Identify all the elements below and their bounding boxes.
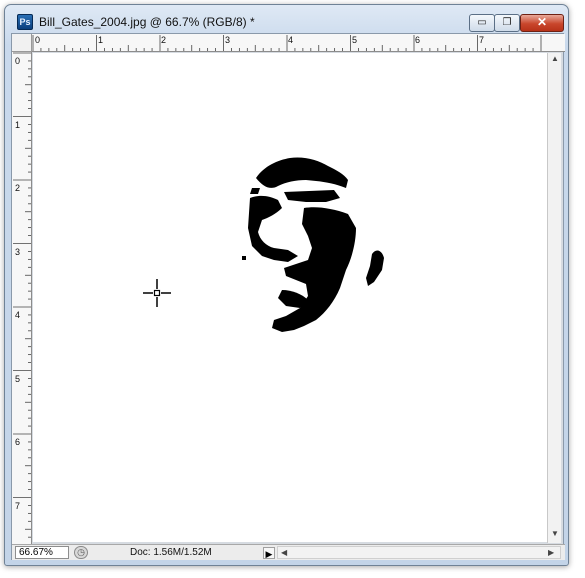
vertical-scrollbar[interactable]: ▲ ▼: [547, 53, 561, 543]
status-bar: 66.67% ◷ Doc: 1.56M/1.52M ▶ ◀ ▶: [12, 544, 565, 560]
vruler-label-4: 4: [15, 310, 21, 320]
document-window: Ps Bill_Gates_2004.jpg @ 66.7% (RGB/8) *…: [4, 4, 569, 566]
hruler-label-6: 6: [415, 35, 421, 45]
hruler-label-1: 1: [98, 35, 104, 45]
maximize-button[interactable]: ❐: [494, 14, 520, 32]
vertical-ruler[interactable]: 0 1 2 3 4 5 6 7: [12, 52, 32, 544]
vruler-label-5: 5: [15, 374, 21, 384]
minimize-button[interactable]: ▭: [469, 14, 495, 32]
vruler-label-3: 3: [15, 247, 21, 257]
hruler-label-5: 5: [352, 35, 358, 45]
document-size-info: Doc: 1.56M/1.52M: [130, 547, 212, 558]
hruler-label-4: 4: [288, 35, 294, 45]
image-canvas[interactable]: [33, 53, 547, 542]
zoom-level-field[interactable]: 66.67%: [15, 546, 69, 559]
window-title: Bill_Gates_2004.jpg @ 66.7% (RGB/8) *: [39, 15, 255, 29]
photoshop-icon: Ps: [17, 14, 33, 30]
scroll-up-icon[interactable]: ▲: [551, 54, 559, 63]
timer-icon[interactable]: ◷: [74, 546, 88, 559]
document-area: 0 1 2 3 4 5 6 7 0 1 2 3 4 5 6 7 ▲ ▼ 66.6…: [11, 33, 565, 560]
ruler-origin-corner[interactable]: [12, 34, 32, 52]
hruler-label-2: 2: [161, 35, 167, 45]
vruler-label-2: 2: [15, 183, 21, 193]
hruler-label-3: 3: [225, 35, 231, 45]
horizontal-ruler[interactable]: 0 1 2 3 4 5 6 7: [32, 34, 565, 52]
crosshair-cursor-icon: [143, 279, 171, 307]
hruler-label-0: 0: [35, 35, 41, 45]
title-bar[interactable]: Ps Bill_Gates_2004.jpg @ 66.7% (RGB/8) *…: [5, 5, 568, 35]
vruler-label-1: 1: [15, 120, 21, 130]
scroll-right-icon[interactable]: ▶: [548, 548, 554, 557]
vruler-label-0: 0: [15, 56, 21, 66]
scroll-left-icon[interactable]: ◀: [281, 548, 287, 557]
status-menu-arrow-icon[interactable]: ▶: [263, 547, 275, 559]
hruler-label-7: 7: [479, 35, 485, 45]
close-button[interactable]: ✕: [520, 14, 564, 32]
thresholded-portrait-image: [242, 157, 384, 332]
vruler-label-6: 6: [15, 437, 21, 447]
vruler-label-7: 7: [15, 501, 21, 511]
horizontal-scrollbar[interactable]: ◀ ▶: [277, 546, 561, 559]
scroll-down-icon[interactable]: ▼: [551, 529, 559, 538]
